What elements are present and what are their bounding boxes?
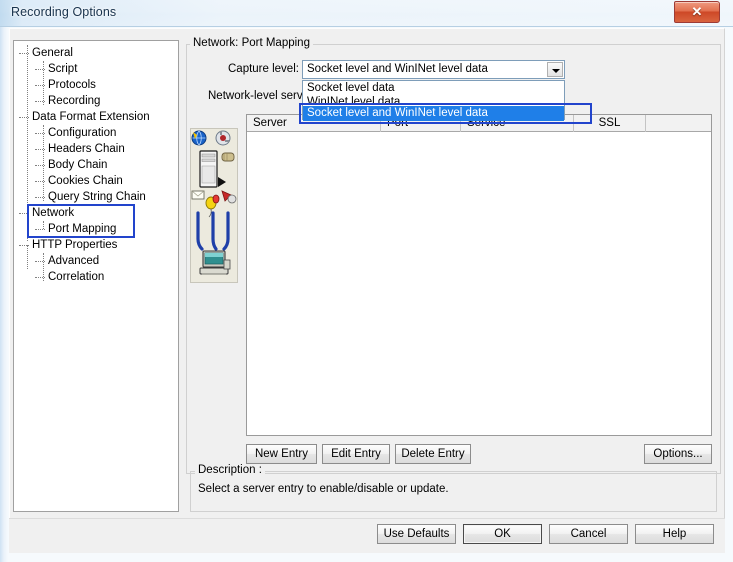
tree-item-label: Body Chain — [48, 159, 108, 171]
tree-item-query-string-chain[interactable]: Query String Chain — [46, 189, 146, 205]
tree-item-label: General — [32, 47, 73, 59]
ok-button[interactable]: OK — [463, 524, 542, 544]
description-legend: Description : — [195, 464, 265, 476]
network-topology-illustration — [190, 128, 238, 283]
tree-item-recording[interactable]: Recording — [46, 93, 100, 109]
use-defaults-button[interactable]: Use Defaults — [377, 524, 456, 544]
column-divider — [646, 132, 647, 435]
tree-item-network[interactable]: Network — [30, 205, 74, 221]
window-title: Recording Options — [11, 5, 117, 19]
dropdown-option-socket-level[interactable]: Socket level data — [303, 81, 564, 95]
tree-item-configuration[interactable]: Configuration — [46, 125, 116, 141]
tree-item-port-mapping[interactable]: Port Mapping — [46, 221, 116, 237]
recording-options-window: Recording Options ✕ General Data Format … — [0, 0, 733, 562]
tree-item-headers-chain[interactable]: Headers Chain — [46, 141, 125, 157]
dropdown-option-socket-and-wininet[interactable]: Socket level and WinINet level data — [303, 106, 564, 121]
tree-dash — [35, 101, 45, 102]
tree-branch-line — [43, 61, 44, 105]
options-button[interactable]: Options... — [644, 444, 712, 464]
tree-item-body-chain[interactable]: Body Chain — [46, 157, 107, 173]
tree-item-advanced[interactable]: Advanced — [46, 253, 99, 269]
options-tree[interactable]: General Data Format Extension Network HT… — [13, 40, 179, 512]
tree-item-general[interactable]: General — [30, 45, 73, 61]
chevron-down-icon — [552, 69, 560, 73]
tree-item-label: Correlation — [48, 271, 105, 283]
tree-dash — [35, 133, 45, 134]
tree-item-label: HTTP Properties — [32, 239, 118, 251]
tree-trunk-line — [27, 45, 28, 241]
close-button[interactable]: ✕ — [674, 1, 720, 23]
help-button[interactable]: Help — [635, 524, 714, 544]
tree-item-label: Configuration — [48, 127, 117, 139]
tree-dash — [35, 149, 45, 150]
capture-level-label: Capture level: — [228, 63, 299, 75]
network-level-server-label: Network-level server — [208, 90, 313, 102]
tree-item-correlation[interactable]: Correlation — [46, 269, 104, 285]
group-title-network-port-mapping: Network: Port Mapping — [190, 37, 313, 49]
tree-item-label: Port Mapping — [48, 223, 117, 235]
tree-dash — [35, 69, 45, 70]
tree-dash — [35, 229, 45, 230]
tree-item-protocols[interactable]: Protocols — [46, 77, 96, 93]
column-header-ssl[interactable]: SSL — [574, 115, 646, 132]
tree-item-label: Script — [48, 63, 78, 75]
description-text: Select a server entry to enable/disable … — [198, 483, 449, 495]
edit-entry-button[interactable]: Edit Entry — [322, 444, 390, 464]
tree-item-http-properties[interactable]: HTTP Properties — [30, 237, 117, 253]
tree-item-label: Data Format Extension — [32, 111, 150, 123]
combo-arrow-button[interactable] — [547, 62, 563, 77]
tree-dash — [35, 85, 45, 86]
tree-item-cookies-chain[interactable]: Cookies Chain — [46, 173, 123, 189]
tree-dash — [35, 277, 45, 278]
tree-dash — [35, 261, 45, 262]
tree-item-label: Headers Chain — [48, 143, 125, 155]
port-mapping-table[interactable]: Server Port Service SSL — [246, 114, 712, 436]
tree-item-label: Protocols — [48, 79, 96, 91]
column-divider — [381, 132, 382, 435]
tree-item-label: Query String Chain — [48, 191, 146, 203]
tree-item-script[interactable]: Script — [46, 61, 77, 77]
tree-dash — [19, 213, 29, 214]
cancel-button[interactable]: Cancel — [549, 524, 628, 544]
tree-dash — [19, 53, 29, 54]
tree-item-label: Cookies Chain — [48, 175, 123, 187]
tree-item-label: Advanced — [48, 255, 100, 267]
tree-dash — [19, 245, 29, 246]
tree-item-label: Recording — [48, 95, 101, 107]
tree-dash — [35, 181, 45, 182]
tree-dash — [35, 165, 45, 166]
tree-branch-line — [43, 221, 44, 229]
column-divider — [461, 132, 462, 435]
delete-entry-button[interactable]: Delete Entry — [395, 444, 471, 464]
new-entry-button[interactable]: New Entry — [246, 444, 317, 464]
window-titlebar[interactable]: Recording Options ✕ — [0, 0, 733, 27]
capture-level-value: Socket level and WinINet level data — [307, 63, 488, 75]
capture-level-combobox[interactable]: Socket level and WinINet level data — [302, 60, 565, 79]
tree-item-label: Network — [32, 207, 75, 219]
tree-dash — [35, 197, 45, 198]
tree-trunk-line-2 — [27, 245, 28, 269]
column-divider — [574, 132, 575, 435]
tree-item-data-format-extension[interactable]: Data Format Extension — [30, 109, 150, 125]
tree-branch-line — [43, 125, 44, 201]
close-x-icon: ✕ — [691, 4, 703, 19]
tree-dash — [19, 117, 29, 118]
